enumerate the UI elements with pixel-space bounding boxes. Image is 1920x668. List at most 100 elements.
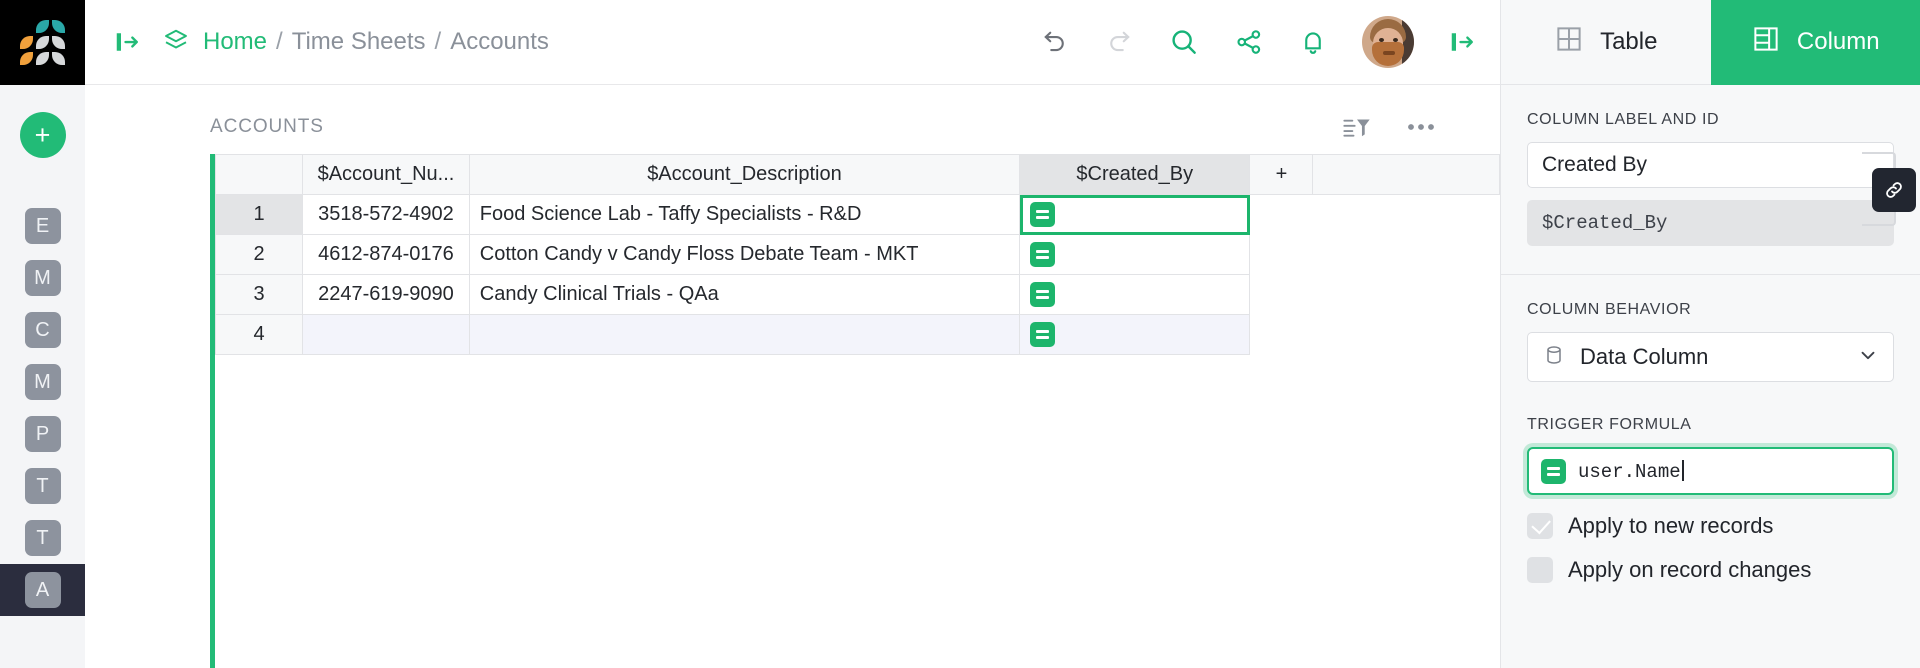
sidebar-item-label: M <box>25 260 61 296</box>
sidebar-item-label: M <box>25 364 61 400</box>
page-title: ACCOUNTS <box>210 116 324 138</box>
breadcrumb: Home / Time Sheets / Accounts <box>161 27 549 57</box>
row-number[interactable]: 3 <box>216 275 303 315</box>
link-icon[interactable] <box>1872 168 1916 212</box>
sidebar-item-a[interactable]: A <box>0 564 85 616</box>
tab-table[interactable]: Table <box>1501 0 1711 85</box>
formula-icon <box>1030 202 1055 227</box>
sidebar-item-c[interactable]: C <box>0 304 85 356</box>
main-area: Home / Time Sheets / Accounts <box>85 0 1500 668</box>
label-and-id-group <box>1527 142 1894 246</box>
sheet-content: ACCOUNTS <box>85 85 1500 668</box>
row-number[interactable]: 2 <box>216 235 303 275</box>
cell-created-by[interactable] <box>1020 275 1250 315</box>
logo-grid-icon <box>20 20 65 65</box>
grid-header-row: $Account_Nu... $Account_Description $Cre… <box>216 155 1500 195</box>
formula-icon <box>1030 242 1055 267</box>
table-row[interactable]: 2 4612-874-0176 Cotton Candy v Candy Flo… <box>216 235 1500 275</box>
cell-account-number[interactable]: 4612-874-0176 <box>303 235 470 275</box>
cell-account-number[interactable]: 3518-572-4902 <box>303 195 470 235</box>
tab-column[interactable]: Column <box>1711 0 1920 85</box>
column-header-rownum <box>216 155 303 195</box>
cell-created-by[interactable] <box>1020 195 1250 235</box>
column-header-created-by[interactable]: $Created_By <box>1020 155 1250 195</box>
data-grid-wrapper: $Account_Nu... $Account_Description $Cre… <box>85 141 1500 355</box>
redo-button[interactable] <box>1104 27 1134 57</box>
left-rail: + E M C M P T T A <box>0 0 85 668</box>
database-icon <box>1542 343 1566 372</box>
cell-account-description[interactable] <box>469 315 1019 355</box>
cell-account-number[interactable]: 2247-619-9090 <box>303 275 470 315</box>
add-column-button[interactable]: + <box>1250 155 1313 195</box>
column-header-account-number[interactable]: $Account_Nu... <box>303 155 470 195</box>
table-row[interactable]: 3 2247-619-9090 Candy Clinical Trials - … <box>216 275 1500 315</box>
sidebar-item-label: A <box>25 572 61 608</box>
user-avatar[interactable] <box>1362 16 1414 68</box>
cell-account-number[interactable] <box>303 315 470 355</box>
cell-account-description[interactable]: Food Science Lab - Taffy Specialists - R… <box>469 195 1019 235</box>
panel-body: COLUMN LABEL AND ID COLUMN BEHAVIOR <box>1501 85 1920 583</box>
expand-panel-button[interactable] <box>1448 27 1478 57</box>
sidebar-item-label: P <box>25 416 61 452</box>
plus-icon: + <box>35 122 51 149</box>
table-row[interactable]: 1 3518-572-4902 Food Science Lab - Taffy… <box>216 195 1500 235</box>
tab-label: Column <box>1797 28 1880 56</box>
filter-sort-button[interactable] <box>1342 113 1372 141</box>
avatar-background <box>1402 16 1414 68</box>
cell-created-by[interactable] <box>1020 315 1250 355</box>
trigger-formula-input[interactable]: user.Name <box>1527 447 1894 495</box>
create-new-button[interactable]: + <box>20 112 66 158</box>
row-number[interactable]: 4 <box>216 315 303 355</box>
formula-icon <box>1030 282 1055 307</box>
sidebar-item-m2[interactable]: M <box>0 356 85 408</box>
column-behavior-select[interactable]: Data Column <box>1527 332 1894 382</box>
layers-icon <box>161 27 191 57</box>
sidebar-item-t1[interactable]: T <box>0 460 85 512</box>
collapse-panel-icon[interactable] <box>111 25 145 59</box>
table-row-new[interactable]: 4 <box>216 315 1500 355</box>
notifications-button[interactable] <box>1298 27 1328 57</box>
column-id-input[interactable] <box>1527 200 1894 246</box>
search-button[interactable] <box>1168 26 1200 58</box>
grid-body: 1 3518-572-4902 Food Science Lab - Taffy… <box>216 195 1500 355</box>
sheet-toolbar <box>1342 113 1462 141</box>
panel-divider <box>1501 274 1920 275</box>
avatar-eye-left <box>1379 38 1384 42</box>
share-button[interactable] <box>1234 27 1264 57</box>
checkbox-apply-to-new-records[interactable]: Apply to new records <box>1527 513 1894 539</box>
grid-header: $Account_Nu... $Account_Description $Cre… <box>216 155 1500 195</box>
more-options-button[interactable] <box>1406 122 1436 132</box>
chevron-down-icon <box>1857 344 1879 371</box>
checkbox-icon <box>1527 513 1553 539</box>
row-number[interactable]: 1 <box>216 195 303 235</box>
section-label-column-behavior: COLUMN BEHAVIOR <box>1527 301 1894 319</box>
column-header-account-description[interactable]: $Account_Description <box>469 155 1019 195</box>
top-bar: Home / Time Sheets / Accounts <box>85 0 1500 85</box>
sidebar-item-e[interactable]: E <box>0 200 85 252</box>
tab-label: Table <box>1600 28 1657 56</box>
formula-icon <box>1030 322 1055 347</box>
checkbox-icon <box>1527 557 1553 583</box>
sidebar-item-p[interactable]: P <box>0 408 85 460</box>
trigger-formula-value: user.Name <box>1578 460 1684 483</box>
column-icon <box>1751 24 1781 61</box>
column-header-filler <box>1313 155 1500 195</box>
breadcrumb-item-time-sheets[interactable]: Time Sheets <box>292 28 426 56</box>
sidebar-item-label: C <box>25 312 61 348</box>
breadcrumb-item-accounts[interactable]: Accounts <box>450 28 549 56</box>
cell-created-by[interactable] <box>1020 235 1250 275</box>
data-grid: $Account_Nu... $Account_Description $Cre… <box>215 154 1500 355</box>
panel-tabs: Table Column <box>1501 0 1920 85</box>
breadcrumb-home-link[interactable]: Home <box>203 28 267 56</box>
column-label-input[interactable] <box>1527 142 1894 188</box>
undo-button[interactable] <box>1040 27 1070 57</box>
formula-icon <box>1541 459 1566 484</box>
app-logo[interactable] <box>0 0 85 85</box>
cell-account-description[interactable]: Candy Clinical Trials - QAa <box>469 275 1019 315</box>
checkbox-apply-on-record-changes[interactable]: Apply on record changes <box>1527 557 1894 583</box>
sidebar-item-t2[interactable]: T <box>0 512 85 564</box>
sidebar-item-m1[interactable]: M <box>0 252 85 304</box>
sheet-header: ACCOUNTS <box>85 85 1500 141</box>
app-root: + E M C M P T T A <box>0 0 1920 668</box>
cell-account-description[interactable]: Cotton Candy v Candy Floss Debate Team -… <box>469 235 1019 275</box>
